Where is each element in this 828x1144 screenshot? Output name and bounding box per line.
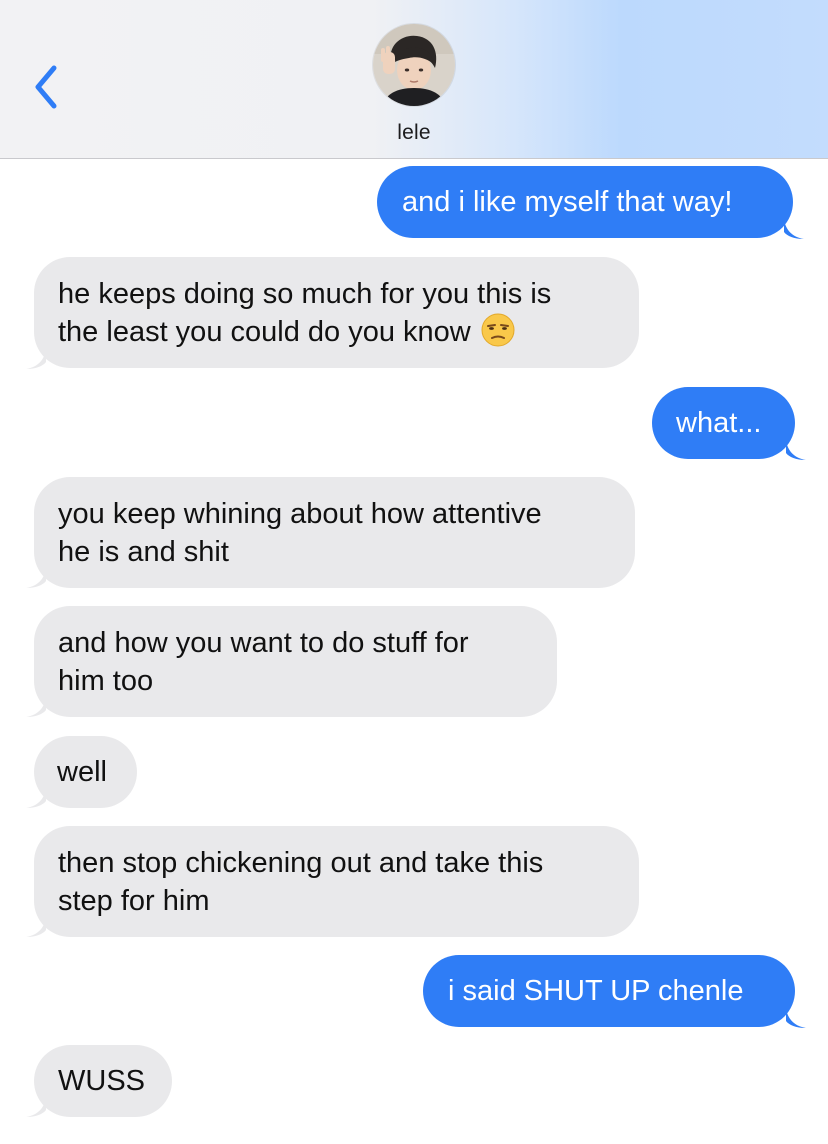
contact-avatar[interactable]: [373, 24, 455, 106]
bubble-tail: [784, 220, 804, 239]
message-text-line: he is and shit: [58, 536, 229, 568]
bubble-tail: [786, 1009, 806, 1028]
message-bubble-received[interactable]: WUSS: [34, 1045, 172, 1117]
message-text-line: he keeps doing so much for you this is: [58, 278, 552, 310]
message-bubble-received[interactable]: well: [34, 736, 137, 808]
message-text: i said SHUT UP chenle: [448, 975, 744, 1007]
bubble-tail: [26, 789, 46, 808]
message-text: well: [57, 756, 107, 788]
message-text-line: and how you want to do stuff for: [58, 627, 469, 659]
message-text: what...: [676, 407, 762, 439]
messages-screen: lele and i like myself that way! he keep…: [0, 0, 828, 1144]
message-text-line: him too: [58, 665, 154, 697]
bubble-tail: [786, 441, 806, 460]
back-button[interactable]: [26, 62, 66, 112]
message-text: WUSS: [58, 1065, 145, 1097]
message-bubble-received[interactable]: and how you want to do stuff for him too: [34, 606, 557, 717]
message-bubble-sent[interactable]: i said SHUT UP chenle: [423, 955, 795, 1027]
avatar-photo: [373, 24, 455, 106]
message-text-line: the least you could do you know: [58, 316, 471, 348]
bubble-tail: [26, 918, 46, 937]
bubble-tail: [26, 1098, 46, 1117]
message-bubble-sent[interactable]: what...: [652, 387, 795, 459]
bubble-tail: [26, 569, 46, 588]
message-text-line: you keep whining about how attentive: [58, 498, 542, 530]
message-text-line: then stop chickening out and take this: [58, 847, 544, 879]
bubble-tail: [26, 698, 46, 717]
bubble-tail: [26, 350, 46, 369]
contact-name[interactable]: lele: [0, 121, 828, 145]
message-bubble-sent[interactable]: and i like myself that way!: [377, 166, 793, 238]
conversation-header: lele: [0, 0, 828, 159]
message-bubble-received[interactable]: he keeps doing so much for you this is t…: [34, 257, 639, 368]
chevron-left-icon: [35, 65, 57, 109]
message-text-line: step for him: [58, 885, 210, 917]
message-bubble-received[interactable]: you keep whining about how attentive he …: [34, 477, 635, 588]
message-bubble-received[interactable]: then stop chickening out and take this s…: [34, 826, 639, 937]
unamused-face-icon: [481, 313, 515, 347]
message-text: and i like myself that way!: [402, 186, 733, 218]
